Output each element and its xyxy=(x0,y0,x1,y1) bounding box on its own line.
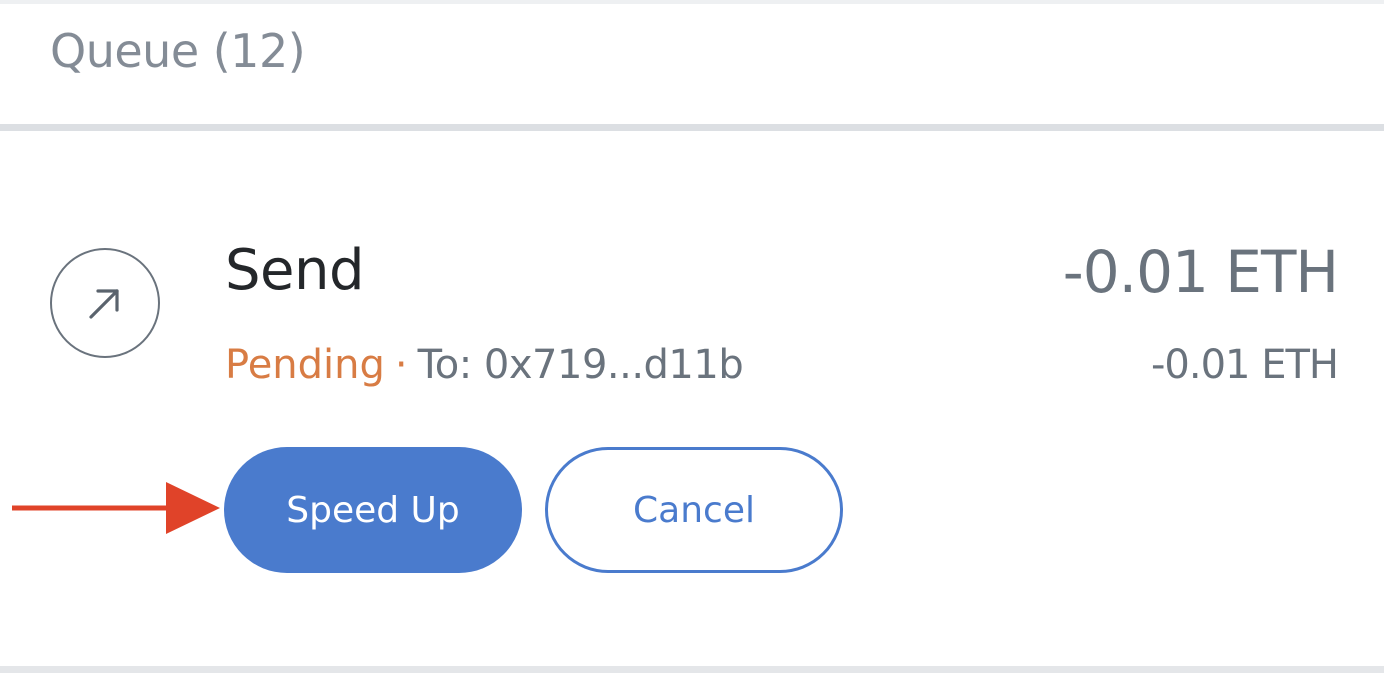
arrow-up-right-icon xyxy=(50,248,160,358)
queue-header: Queue (12) xyxy=(50,24,306,78)
transaction-subtitle: Pending · To: 0x719...d11b xyxy=(225,342,744,388)
bottom-divider xyxy=(0,666,1384,673)
top-border xyxy=(0,0,1384,4)
status-badge: Pending xyxy=(225,342,385,388)
secondary-amount: -0.01 ETH xyxy=(1151,342,1339,388)
primary-amount: -0.01 ETH xyxy=(1062,238,1339,306)
red-pointer-arrow-icon xyxy=(10,478,222,538)
activity-panel: Queue (12) Send Pending · To: 0x719...d11b… xyxy=(0,0,1384,680)
separator-dot: · xyxy=(394,342,408,388)
recipient-address: To: 0x719...d11b xyxy=(417,342,744,388)
speed-up-button[interactable]: Speed Up xyxy=(224,447,522,573)
transaction-title: Send xyxy=(225,238,365,303)
section-divider xyxy=(0,124,1384,131)
cancel-button[interactable]: Cancel xyxy=(545,447,843,573)
